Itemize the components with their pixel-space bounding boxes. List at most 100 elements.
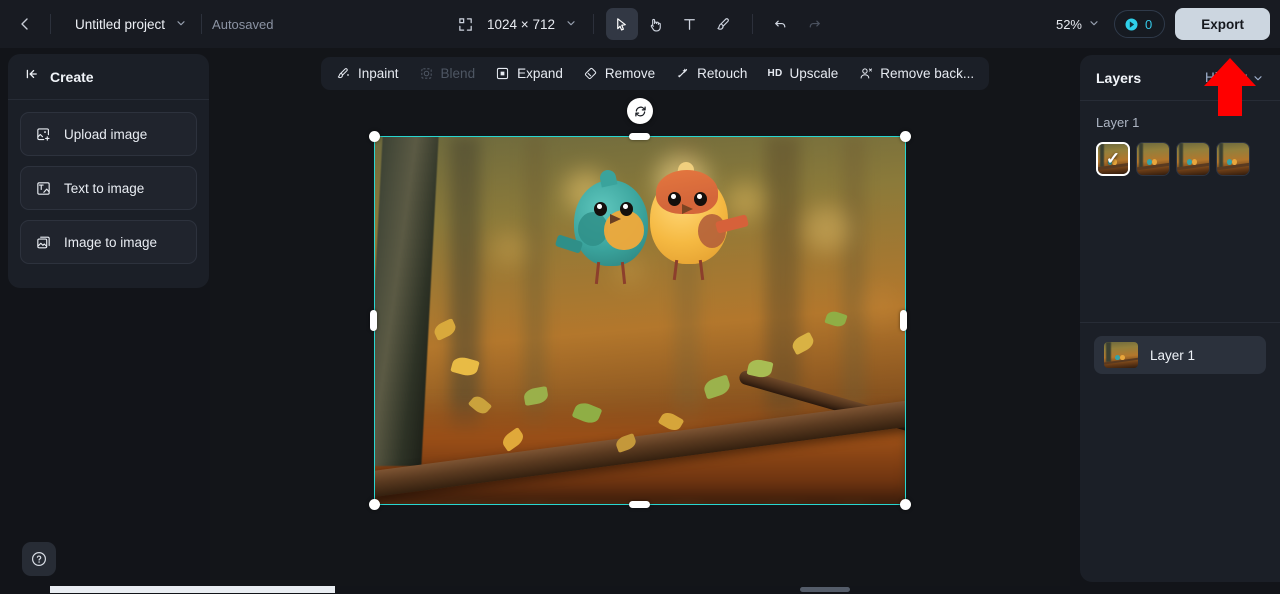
text-t-icon — [684, 18, 696, 30]
text-to-image-label: Text to image — [64, 180, 145, 196]
rotate-handle[interactable] — [627, 98, 653, 124]
create-panel-header: Create — [8, 54, 209, 100]
create-panel: Create Upload image Text to image Image … — [8, 54, 209, 288]
remove-background-icon — [860, 68, 873, 79]
chevron-down-icon — [1090, 20, 1098, 25]
image-plus-icon — [37, 127, 50, 141]
variant-thumbnail-2[interactable] — [1136, 142, 1170, 176]
undo-button[interactable] — [765, 8, 797, 40]
upload-image-label: Upload image — [64, 126, 148, 142]
credit-token-icon — [1125, 18, 1138, 30]
canvas-size-dropdown-button[interactable] — [561, 17, 581, 32]
inpaint-wand-icon — [337, 68, 349, 79]
chevron-left-icon — [21, 18, 28, 30]
zoom-dropdown-button[interactable] — [1084, 17, 1104, 32]
project-title[interactable]: Untitled project — [61, 17, 171, 32]
layers-panel-header: Layers History — [1080, 55, 1280, 101]
horizontal-scrollbar-thumb-secondary[interactable] — [800, 587, 850, 592]
resize-handle-top-right[interactable] — [900, 131, 911, 142]
back-button[interactable] — [10, 9, 40, 39]
project-dropdown-button[interactable] — [171, 17, 191, 32]
zoom-control[interactable]: 52% — [1056, 17, 1104, 32]
toolbar-inpaint[interactable]: Inpaint — [327, 60, 408, 87]
toolbar-remove-background-label: Remove back... — [880, 66, 975, 81]
image-to-image-label: Image to image — [64, 234, 158, 250]
resize-handle-left-center[interactable] — [370, 310, 377, 331]
image-stack-icon — [37, 236, 50, 248]
layer-row[interactable]: Layer 1 — [1094, 336, 1266, 374]
canvas-size-icon-button[interactable] — [449, 8, 481, 40]
toolbar-retouch-label: Retouch — [697, 66, 748, 81]
hand-icon — [651, 18, 662, 31]
rotate-icon — [634, 106, 646, 116]
text-to-image-button[interactable]: Text to image — [20, 166, 197, 210]
help-button[interactable] — [22, 542, 56, 576]
retouch-wand-icon — [677, 68, 688, 78]
chevron-down-icon — [567, 20, 575, 25]
variant-thumbnail-3[interactable] — [1176, 142, 1210, 176]
toolbar-retouch[interactable]: Retouch — [666, 60, 756, 87]
toolbar-blend[interactable]: Blend — [410, 60, 485, 87]
artboard-image[interactable] — [374, 136, 906, 505]
layers-list: Layer 1 — [1080, 322, 1280, 374]
top-bar-center: 1024 × 712 — [449, 8, 831, 40]
canvas-area[interactable] — [210, 48, 1070, 594]
select-tool[interactable] — [605, 8, 638, 40]
toolbar-upscale[interactable]: HD Upscale — [758, 60, 847, 87]
credits-badge[interactable]: 0 — [1114, 10, 1166, 38]
toolbar-inpaint-label: Inpaint — [358, 66, 399, 81]
variant-thumbnail-4[interactable] — [1216, 142, 1250, 176]
canvas-size-value[interactable]: 1024 × 712 — [483, 17, 559, 32]
crop-frame-icon — [458, 17, 472, 31]
toolbar-blend-label: Blend — [440, 66, 476, 81]
history-tab[interactable]: History — [1205, 70, 1264, 85]
toolbar-expand-label: Expand — [517, 66, 563, 81]
toolbar-remove[interactable]: Remove — [574, 60, 664, 87]
layer-name: Layer 1 — [1150, 347, 1196, 363]
divider — [751, 14, 753, 34]
blend-icon — [420, 68, 432, 79]
resize-handle-right-center[interactable] — [900, 310, 907, 331]
top-bar-left: Untitled project Autosaved — [0, 9, 273, 39]
history-tab-label: History — [1204, 70, 1247, 85]
redo-arrow-icon — [810, 20, 821, 27]
chevron-down-icon — [1254, 75, 1262, 80]
chevron-down-icon — [177, 20, 185, 25]
resize-handle-bottom-left[interactable] — [369, 499, 380, 510]
brush-icon — [717, 17, 730, 30]
hand-tool[interactable] — [640, 8, 672, 40]
eraser-icon — [584, 67, 597, 80]
layers-panel: Layers History Layer 1 ✓ Layer 1 — [1080, 55, 1280, 582]
zoom-level-value: 52% — [1055, 16, 1082, 32]
upload-image-button[interactable]: Upload image — [20, 112, 197, 156]
layer-thumbnail — [1104, 342, 1138, 368]
redo-button[interactable] — [799, 8, 831, 40]
image-to-image-button[interactable]: Image to image — [20, 220, 197, 264]
resize-handle-top-left[interactable] — [369, 131, 380, 142]
canvas-edit-toolbar: Inpaint Blend Expand Remove Retouch HD U… — [321, 57, 990, 90]
autosaved-status: Autosaved — [212, 16, 274, 32]
variants-label: Layer 1 — [1096, 115, 1140, 130]
resize-handle-top-center[interactable] — [629, 133, 650, 140]
text-image-icon — [37, 181, 50, 195]
top-bar: Untitled project Autosaved 1024 × 712 52… — [0, 0, 1280, 48]
variant-thumbnail-1[interactable]: ✓ — [1096, 142, 1130, 176]
collapse-panel-icon[interactable] — [24, 66, 40, 87]
horizontal-scrollbar-thumb[interactable] — [50, 586, 335, 593]
create-panel-title: Create — [50, 68, 94, 85]
text-tool[interactable] — [674, 8, 706, 40]
divider — [592, 14, 594, 34]
resize-handle-bottom-center[interactable] — [629, 501, 650, 508]
export-button[interactable]: Export — [1175, 8, 1270, 40]
toolbar-upscale-label: Upscale — [789, 66, 839, 81]
toolbar-expand[interactable]: Expand — [486, 60, 572, 87]
brush-tool[interactable] — [708, 8, 740, 40]
toolbar-remove-background[interactable]: Remove back... — [849, 60, 983, 87]
cursor-arrow-icon — [617, 17, 627, 31]
create-panel-body: Upload image Text to image Image to imag… — [8, 100, 209, 276]
top-bar-right: 52% 0 Export — [1056, 8, 1270, 40]
resize-handle-bottom-right[interactable] — [900, 499, 911, 510]
variants-section: Layer 1 ✓ — [1080, 101, 1280, 176]
horizontal-scrollbar-track[interactable] — [0, 586, 1280, 594]
toolbar-remove-label: Remove — [604, 66, 656, 81]
